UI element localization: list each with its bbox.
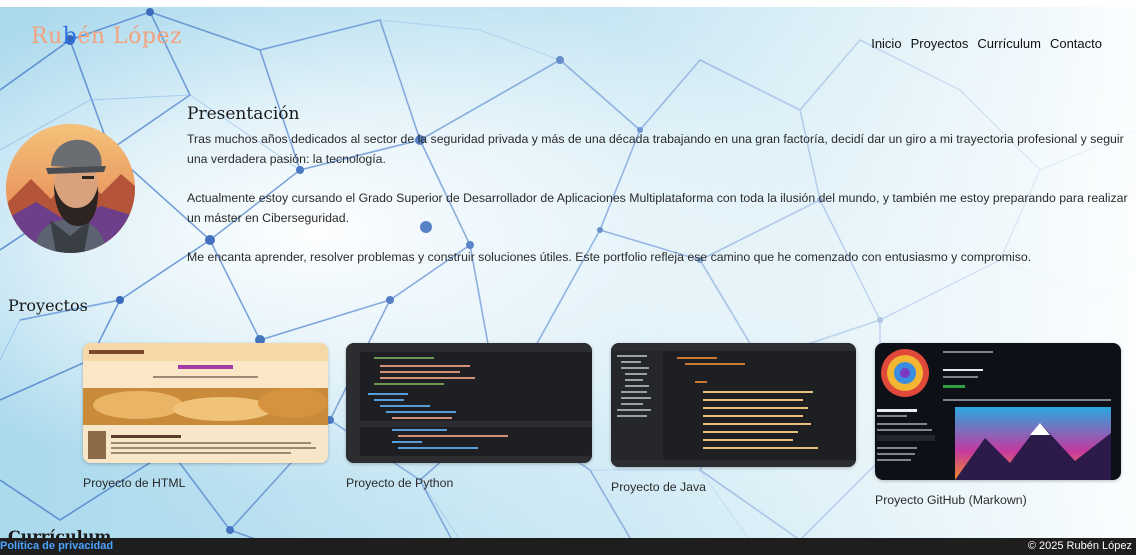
project-caption[interactable]: Proyecto de HTML: [83, 476, 328, 490]
project-card-python[interactable]: Proyecto de Python: [346, 343, 592, 490]
presentation-paragraph: Tras muchos años dedicados al sector de …: [187, 132, 1124, 166]
site-logo[interactable]: Rubén López: [31, 24, 182, 49]
profile-avatar: [6, 124, 135, 253]
footer: Política de privacidad © 2025 Rubén Lópe…: [0, 538, 1136, 555]
project-thumbnail-github[interactable]: [875, 343, 1121, 480]
projects-section-title: Proyectos: [8, 296, 88, 315]
top-strip: [0, 0, 1136, 7]
project-card-github[interactable]: Proyecto GitHub (Markown): [875, 343, 1121, 507]
presentation-paragraph: Me encanta aprender, resolver problemas …: [187, 250, 1032, 264]
nav-proyectos[interactable]: Proyectos: [911, 36, 969, 51]
nav-curriculum[interactable]: Currículum: [977, 36, 1041, 51]
project-caption[interactable]: Proyecto de Python: [346, 476, 592, 490]
presentation-paragraph: Actualmente estoy cursando el Grado Supe…: [187, 191, 1128, 225]
main-nav: Inicio Proyectos Currículum Contacto: [871, 36, 1102, 51]
project-caption[interactable]: Proyecto de Java: [611, 480, 856, 494]
project-thumbnail-html[interactable]: [83, 343, 328, 463]
nav-inicio[interactable]: Inicio: [871, 36, 901, 51]
project-caption[interactable]: Proyecto GitHub (Markown): [875, 493, 1121, 507]
presentation-text: Tras muchos años dedicados al sector de …: [187, 129, 1132, 286]
project-card-html[interactable]: Proyecto de HTML: [83, 343, 328, 490]
nav-contacto[interactable]: Contacto: [1050, 36, 1102, 51]
copyright-text: © 2025 Rubén López: [1027, 540, 1132, 552]
project-thumbnail-java[interactable]: [611, 343, 856, 467]
privacy-link[interactable]: Política de privacidad: [0, 540, 113, 552]
project-thumbnail-python[interactable]: [346, 343, 592, 463]
presentation-title: Presentación: [187, 104, 300, 124]
project-card-java[interactable]: Proyecto de Java: [611, 343, 856, 494]
